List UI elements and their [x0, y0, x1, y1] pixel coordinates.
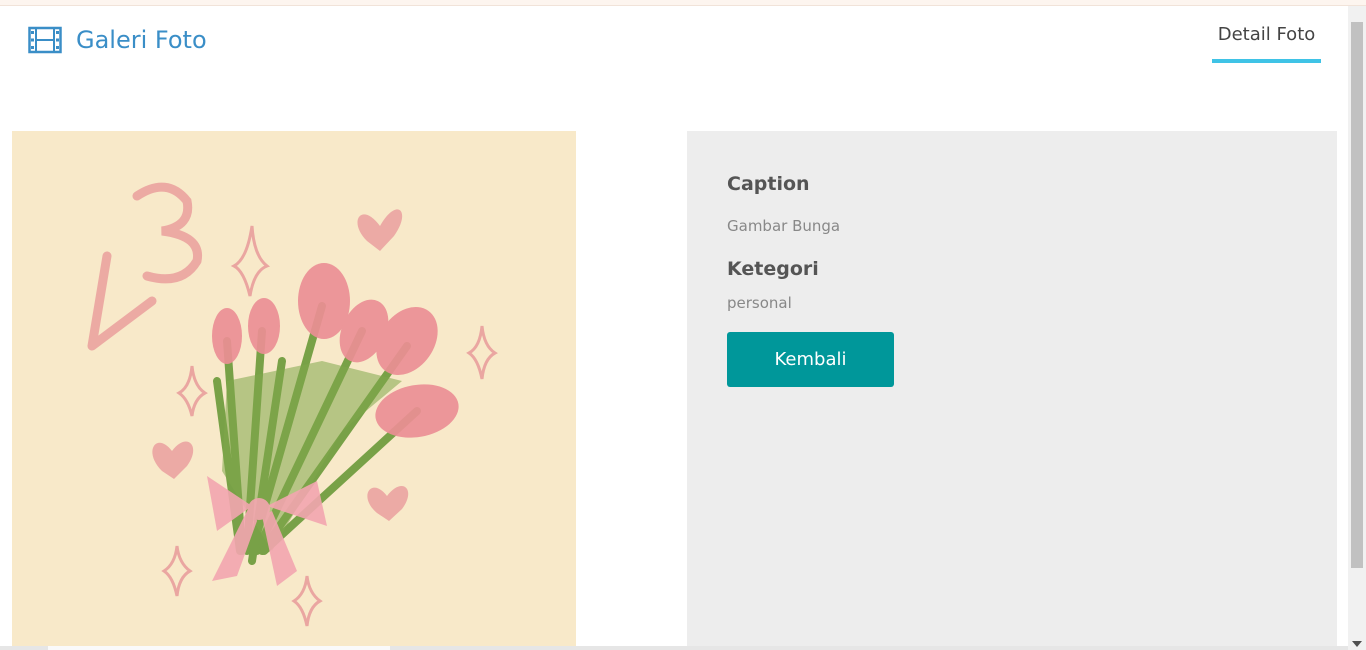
caption-label: Caption — [727, 173, 810, 195]
horizontal-scrollbar-thumb[interactable] — [48, 646, 390, 650]
brand-title: Galeri Foto — [76, 26, 207, 54]
photo-image — [12, 131, 576, 650]
category-value: personal — [727, 294, 792, 312]
caption-value: Gambar Bunga — [727, 217, 841, 235]
scrollbar-thumb[interactable] — [1351, 22, 1363, 568]
tab-detail-foto[interactable]: Detail Foto — [1212, 24, 1321, 63]
flower-bouquet-illustration — [12, 131, 576, 650]
top-border — [0, 0, 1366, 6]
film-icon — [28, 26, 62, 54]
vertical-scrollbar[interactable] — [1348, 6, 1366, 650]
horizontal-scrollbar[interactable] — [0, 646, 1348, 650]
detail-panel: Caption Gambar Bunga Ketegori personal K… — [687, 131, 1337, 650]
scroll-down-icon[interactable] — [1352, 641, 1362, 647]
brand-link[interactable]: Galeri Foto — [28, 22, 207, 58]
category-label: Ketegori — [727, 258, 819, 280]
back-button[interactable]: Kembali — [727, 332, 894, 387]
